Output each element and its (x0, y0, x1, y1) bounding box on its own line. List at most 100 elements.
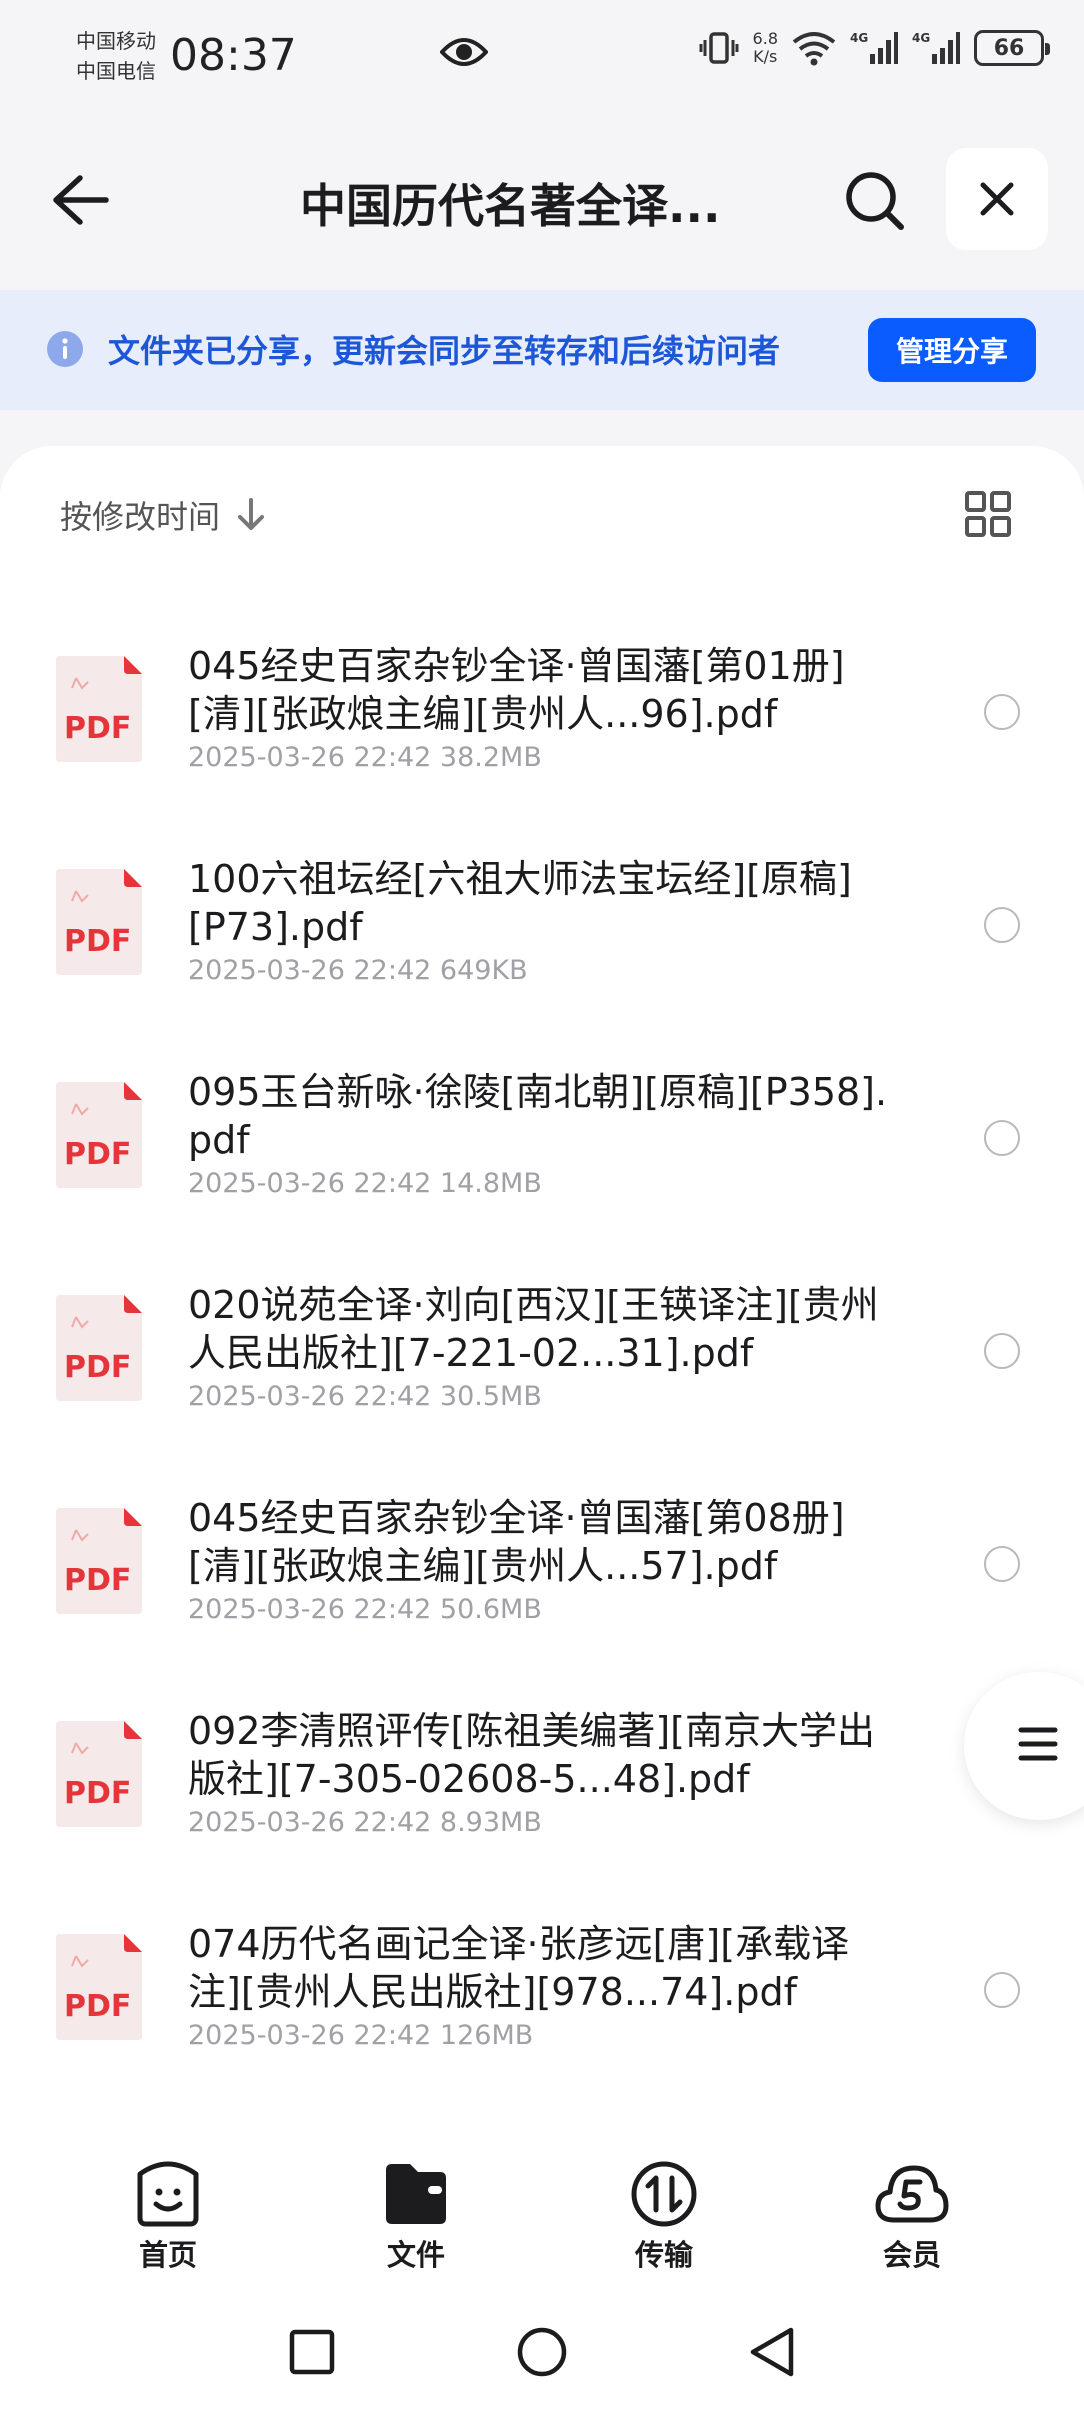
file-date: 2025-03-26 22:42 (188, 742, 432, 773)
file-size: 38.2MB (439, 742, 542, 773)
carrier-2: 中国电信 (76, 59, 156, 83)
file-row[interactable]: PDF 100六祖坛经[六祖大师法宝坛经][原稿][P73].pdf 2025-… (0, 819, 1084, 1032)
file-name: 045经史百家杂钞全译·曾国藩[第01册][清][张政烺主编][贵州人...96… (188, 644, 845, 736)
status-bar: 中国移动 中国电信 08:37 6.8 K/s 4G 4G 66 (0, 0, 1084, 118)
nav-item-home[interactable]: 首页 (108, 2160, 228, 2274)
file-size: 50.6MB (439, 1594, 542, 1625)
wifi-icon (792, 32, 836, 66)
bottom-nav: 首页 文件 传输 会员 (0, 2146, 1084, 2292)
file-meta: 2025-03-26 22:42 126MB (188, 2020, 533, 2051)
carrier-1: 中国移动 (76, 29, 156, 53)
signal-4g-icon: 4G (912, 31, 960, 64)
select-radio[interactable] (984, 907, 1020, 943)
file-row[interactable]: PDF 074历代名画记全译·张彦远[唐][承载译注][贵州人民出版社][978… (0, 1884, 1084, 2097)
net-speed: 6.8 K/s (753, 30, 778, 66)
file-meta: 2025-03-26 22:42 30.5MB (188, 1381, 542, 1412)
battery-icon: 66 (974, 30, 1050, 66)
svg-text:4G: 4G (850, 31, 868, 45)
arrow-down-icon (238, 498, 265, 530)
nav-item-files[interactable]: 文件 (356, 2160, 476, 2274)
carrier-info: 中国移动 中国电信 (76, 26, 156, 86)
recent-apps-button[interactable] (282, 2322, 342, 2382)
file-row[interactable]: PDF 045经史百家杂钞全译·曾国藩[第08册][清][张政烺主编][贵州人.… (0, 1458, 1084, 1671)
pdf-file-icon: PDF (56, 1082, 142, 1188)
sort-label: 按修改时间 (60, 498, 221, 536)
nav-label: 首页 (138, 2238, 197, 2272)
file-size: 126MB (439, 2020, 534, 2051)
svg-text:PDF: PDF (64, 1989, 131, 2024)
nav-item-vip[interactable]: 会员 (852, 2160, 972, 2274)
svg-text:PDF: PDF (64, 1137, 131, 1172)
pdf-file-icon: PDF (56, 1934, 142, 2040)
signal-4g-icon: 4G (850, 31, 898, 64)
select-radio[interactable] (984, 1972, 1020, 2008)
home-icon (517, 2327, 567, 2377)
file-size: 649KB (439, 955, 528, 986)
pdf-file-icon: PDF (56, 1508, 142, 1614)
back-button[interactable] (44, 164, 116, 236)
grid-view-icon (965, 491, 1011, 537)
battery-level: 66 (993, 35, 1025, 61)
back-arrow-icon (53, 175, 109, 225)
select-radio[interactable] (984, 1120, 1020, 1156)
file-row[interactable]: PDF 095玉台新咏·徐陵[南北朝][原稿][P358].pdf 2025-0… (0, 1032, 1084, 1245)
file-date: 2025-03-26 22:42 (188, 1807, 432, 1838)
file-meta: 2025-03-26 22:42 8.93MB (188, 1807, 542, 1838)
nav-label: 会员 (882, 2238, 941, 2272)
search-icon (846, 172, 904, 230)
sort-selector[interactable]: 按修改时间 (60, 492, 266, 538)
file-date: 2025-03-26 22:42 (188, 1168, 432, 1199)
svg-text:PDF: PDF (64, 1350, 131, 1385)
vibrate-icon (699, 32, 739, 64)
home-face-icon (137, 2161, 199, 2227)
pdf-file-icon: PDF (56, 1295, 142, 1401)
grid-view-button[interactable] (964, 490, 1020, 546)
svg-text:PDF: PDF (64, 1776, 131, 1811)
file-meta: 2025-03-26 22:42 50.6MB (188, 1594, 542, 1625)
search-button[interactable] (838, 164, 910, 236)
cloud-vip-icon (875, 2165, 949, 2223)
manage-share-button[interactable]: 管理分享 (868, 318, 1036, 382)
back-icon (750, 2327, 794, 2377)
close-icon (980, 182, 1014, 216)
share-banner-text: 文件夹已分享，更新会同步至转存和后续访问者 (108, 332, 781, 370)
file-date: 2025-03-26 22:42 (188, 1594, 432, 1625)
file-row[interactable]: PDF 092李清照评传[陈祖美编著][南京大学出版社][7-305-02608… (0, 1671, 1084, 1884)
net-speed-unit: K/s (753, 47, 778, 66)
nav-item-transfer[interactable]: 传输 (604, 2160, 724, 2274)
system-nav (0, 2292, 1084, 2412)
file-name: 045经史百家杂钞全译·曾国藩[第08册][清][张政烺主编][贵州人...57… (188, 1496, 845, 1588)
file-list-panel: 按修改时间 PDF 045经史百家杂钞全译·曾国藩[第01册][清][张政烺主编… (0, 446, 1084, 2146)
status-icons: 6.8 K/s 4G 4G 66 (699, 30, 1050, 66)
file-size: 8.93MB (439, 1807, 542, 1838)
file-row[interactable]: PDF 045经史百家杂钞全译·曾国藩[第01册][清][张政烺主编][贵州人.… (0, 606, 1084, 819)
net-speed-value: 6.8 (752, 29, 778, 48)
svg-text:PDF: PDF (64, 711, 131, 746)
folder-icon (386, 2164, 446, 2224)
transfer-icon (631, 2161, 697, 2227)
menu-icon (1018, 1727, 1058, 1761)
info-icon (46, 330, 84, 372)
file-date: 2025-03-26 22:42 (188, 955, 432, 986)
close-button[interactable] (946, 148, 1048, 250)
select-radio[interactable] (984, 1546, 1020, 1582)
svg-text:PDF: PDF (64, 924, 131, 959)
select-radio[interactable] (984, 1333, 1020, 1369)
back-nav-button[interactable] (742, 2322, 802, 2382)
svg-text:PDF: PDF (64, 1563, 131, 1598)
file-row[interactable]: PDF 020说苑全译·刘向[西汉][王锳译注][贵州人民出版社][7-221-… (0, 1245, 1084, 1458)
file-name: 095玉台新咏·徐陵[南北朝][原稿][P358].pdf (188, 1070, 888, 1162)
share-banner: 文件夹已分享，更新会同步至转存和后续访问者 管理分享 (0, 290, 1084, 410)
home-button[interactable] (512, 2322, 572, 2382)
file-size: 14.8MB (439, 1168, 542, 1199)
pdf-file-icon: PDF (56, 1721, 142, 1827)
select-radio[interactable] (984, 694, 1020, 730)
file-meta: 2025-03-26 22:42 14.8MB (188, 1168, 542, 1199)
page-title: 中国历代名著全译... (300, 179, 721, 233)
file-date: 2025-03-26 22:42 (188, 2020, 432, 2051)
file-name: 020说苑全译·刘向[西汉][王锳译注][贵州人民出版社][7-221-02..… (188, 1283, 879, 1375)
file-meta: 2025-03-26 22:42 649KB (188, 955, 528, 986)
clock: 08:37 (170, 30, 297, 81)
eye-icon (439, 34, 489, 74)
file-name: 100六祖坛经[六祖大师法宝坛经][原稿][P73].pdf (188, 857, 852, 949)
